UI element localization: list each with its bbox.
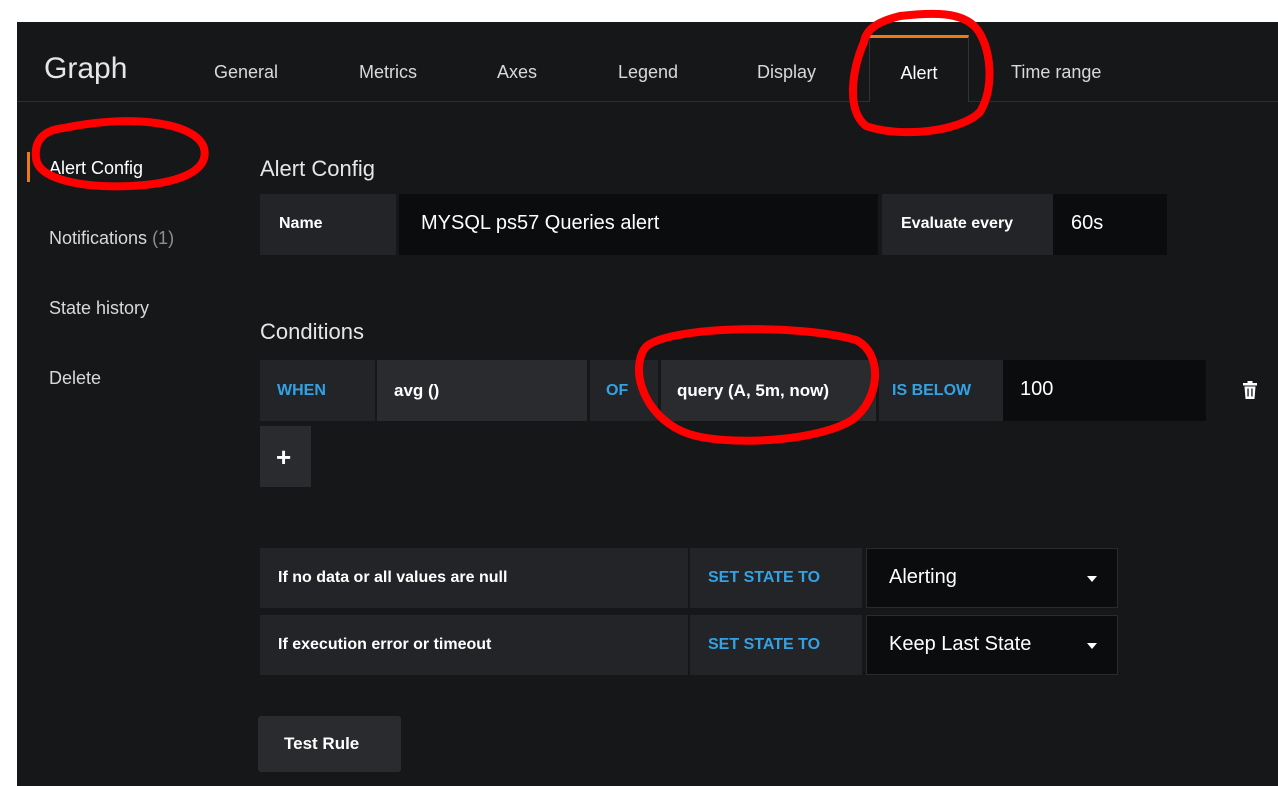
reducer-value: avg () bbox=[394, 381, 440, 400]
chevron-down-icon bbox=[1087, 643, 1097, 649]
evaluate-every-label: Evaluate every bbox=[882, 194, 1053, 255]
graph-panel-editor: Graph General Metrics Axes Legend Displa… bbox=[17, 22, 1278, 786]
reducer-selector[interactable]: avg () bbox=[377, 360, 587, 421]
tab-alert-label: Alert bbox=[900, 63, 938, 83]
evaluator-type[interactable]: IS BELOW bbox=[879, 360, 1003, 421]
sidebar-item-state-history[interactable]: State history bbox=[49, 298, 149, 319]
evaluate-every-value: 60s bbox=[1071, 212, 1104, 234]
tab-time-range[interactable]: Time range bbox=[1011, 62, 1101, 83]
sidebar-item-notifications[interactable]: Notifications (1) bbox=[49, 228, 174, 249]
sidebar-item-delete[interactable]: Delete bbox=[49, 368, 101, 389]
exec-error-set-state-text: SET STATE TO bbox=[708, 636, 821, 653]
tab-legend[interactable]: Legend bbox=[618, 62, 678, 83]
no-data-set-state-label: SET STATE TO bbox=[690, 548, 862, 608]
notification-count: (1) bbox=[152, 228, 175, 248]
alert-config-heading: Alert Config bbox=[260, 156, 375, 181]
name-label: Name bbox=[260, 194, 396, 255]
evaluate-every-label-text: Evaluate every bbox=[901, 215, 1014, 232]
conditions-heading: Conditions bbox=[260, 319, 364, 344]
tab-metrics[interactable]: Metrics bbox=[359, 62, 417, 83]
name-label-text: Name bbox=[279, 215, 323, 232]
of-keyword-text: OF bbox=[606, 382, 629, 399]
no-data-set-state-text: SET STATE TO bbox=[708, 569, 821, 586]
active-sidebar-marker bbox=[27, 152, 30, 182]
exec-error-state-value: Keep Last State bbox=[889, 633, 1032, 655]
alert-name-value: MYSQL ps57 Queries alert bbox=[421, 212, 660, 234]
delete-condition-button[interactable] bbox=[1222, 360, 1278, 421]
exec-error-state-select[interactable]: Keep Last State bbox=[866, 615, 1118, 675]
no-data-label: If no data or all values are null bbox=[260, 548, 688, 608]
test-rule-button[interactable]: Test Rule bbox=[258, 716, 401, 772]
add-condition-button[interactable]: + bbox=[260, 426, 311, 487]
evaluate-every-input[interactable]: 60s bbox=[1053, 194, 1167, 255]
no-data-label-text: If no data or all values are null bbox=[278, 569, 508, 586]
chevron-down-icon bbox=[1087, 576, 1097, 582]
query-value: query (A, 5m, now) bbox=[677, 381, 830, 400]
when-keyword-text: WHEN bbox=[277, 382, 326, 399]
sidebar-item-alert-config[interactable]: Alert Config bbox=[49, 158, 143, 179]
tab-axes[interactable]: Axes bbox=[497, 62, 537, 83]
no-data-state-value: Alerting bbox=[889, 566, 957, 588]
when-keyword: WHEN bbox=[260, 360, 375, 421]
plus-icon: + bbox=[276, 442, 292, 472]
sidebar-item-notifications-label: Notifications bbox=[49, 228, 148, 248]
alert-name-input[interactable]: MYSQL ps57 Queries alert bbox=[399, 194, 878, 255]
tab-display[interactable]: Display bbox=[757, 62, 816, 83]
panel-title: Graph bbox=[44, 52, 128, 85]
tab-alert[interactable]: Alert bbox=[869, 35, 969, 102]
exec-error-label-text: If execution error or timeout bbox=[278, 636, 492, 653]
tab-bar: Graph General Metrics Axes Legend Displa… bbox=[17, 22, 1278, 102]
no-data-state-select[interactable]: Alerting bbox=[866, 548, 1118, 608]
query-selector[interactable]: query (A, 5m, now) bbox=[661, 360, 876, 421]
of-keyword: OF bbox=[590, 360, 658, 421]
evaluator-type-text: IS BELOW bbox=[892, 382, 972, 399]
exec-error-label: If execution error or timeout bbox=[260, 615, 688, 675]
tab-general[interactable]: General bbox=[214, 62, 278, 83]
threshold-input[interactable]: 100 bbox=[1003, 360, 1206, 421]
threshold-value: 100 bbox=[1020, 378, 1054, 400]
trash-icon bbox=[1243, 381, 1257, 399]
exec-error-set-state-label: SET STATE TO bbox=[690, 615, 862, 675]
test-rule-label: Test Rule bbox=[284, 734, 360, 753]
